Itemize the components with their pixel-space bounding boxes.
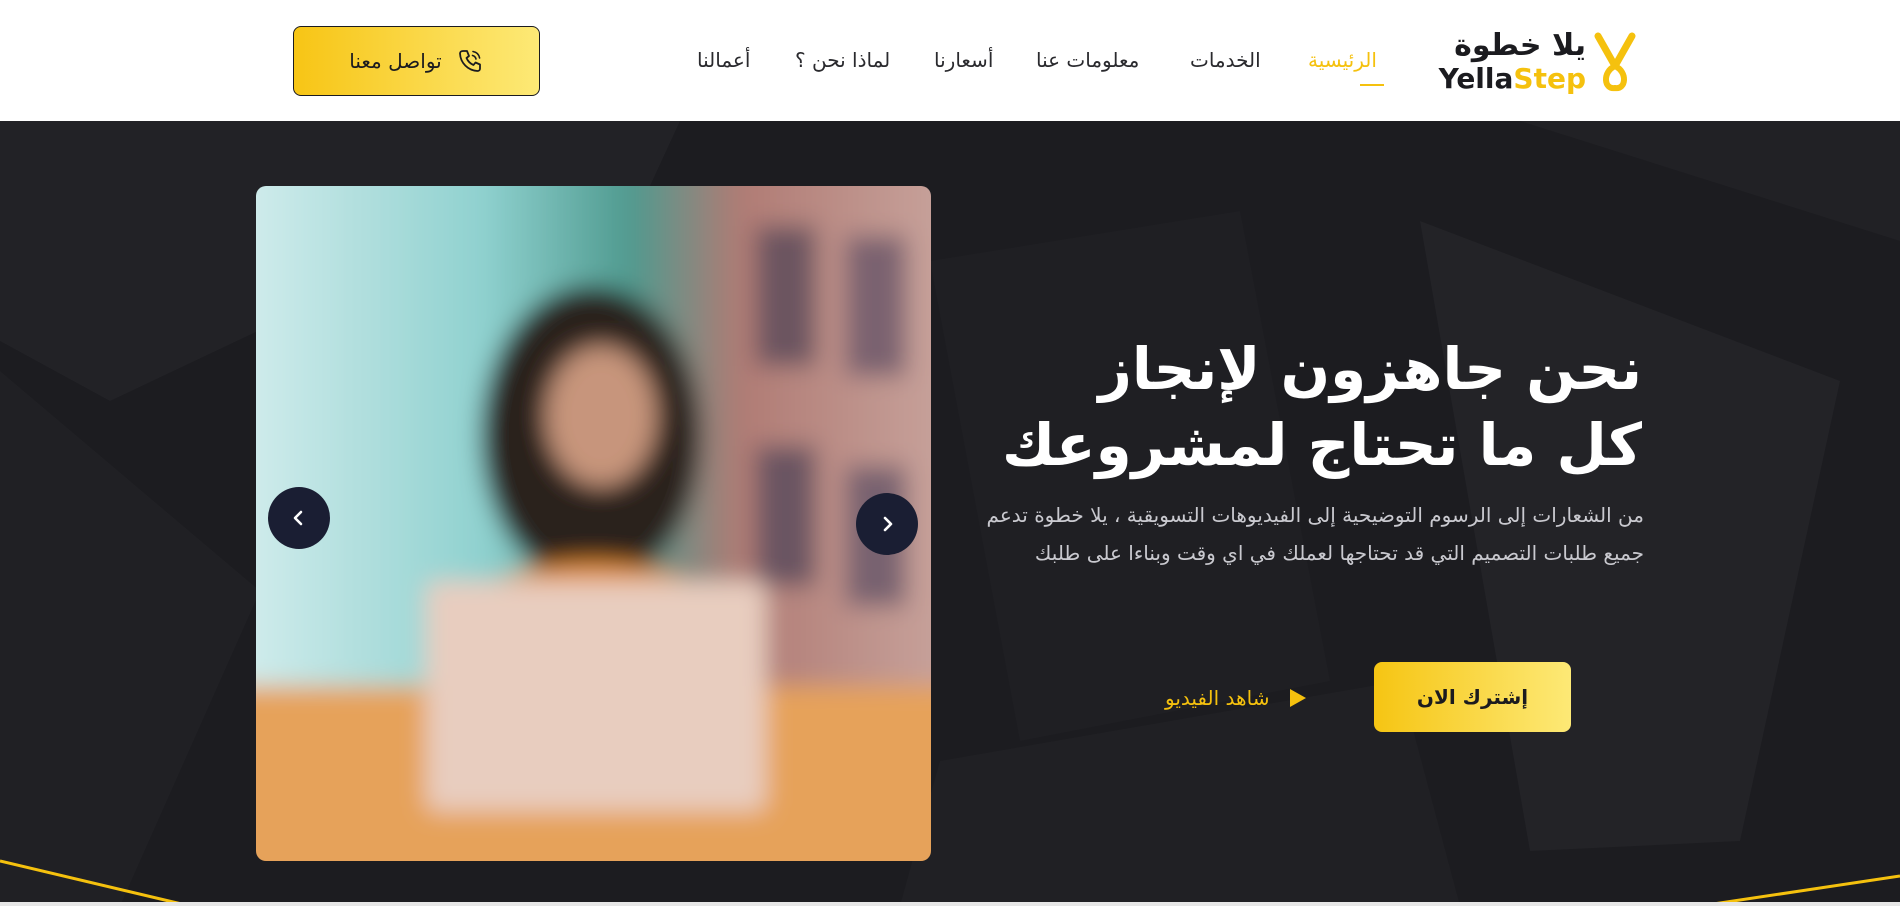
- nav-item-about[interactable]: معلومات عنا: [1036, 48, 1139, 72]
- logo-mark-icon: [1594, 32, 1636, 92]
- nav-item-home[interactable]: الرئيسية: [1308, 48, 1377, 72]
- logo-arabic-text: يلا خطوة: [1454, 28, 1586, 63]
- hero-title-line2: كل ما تحتاج لمشروعك: [1001, 411, 1642, 479]
- page-bottom-strip: [0, 902, 1900, 906]
- chevron-left-icon: [293, 510, 303, 526]
- logo-latin-prefix: Yella: [1438, 62, 1514, 95]
- slide-image-woman-laptop: [256, 186, 931, 861]
- logo-latin-suffix: Step: [1513, 62, 1586, 95]
- watch-video-label: شاهد الفيديو: [1165, 686, 1270, 710]
- hero-title-line1: نحن جاهزون لإنجاز: [1098, 335, 1642, 403]
- nav-item-portfolio[interactable]: أعمالنا: [697, 48, 750, 72]
- nav-item-services[interactable]: الخدمات: [1190, 48, 1261, 72]
- contact-button[interactable]: تواصل معنا: [293, 26, 540, 96]
- nav-item-why-us[interactable]: لماذا نحن ؟: [795, 48, 890, 72]
- slider-next-button[interactable]: [856, 493, 918, 555]
- phone-icon: [458, 50, 481, 72]
- active-nav-indicator: [1360, 84, 1384, 86]
- nav-item-pricing[interactable]: أسعارنا: [934, 48, 993, 72]
- hero-description: من الشعارات إلى الرسوم التوضيحية إلى الف…: [986, 503, 1644, 565]
- play-icon: [1290, 689, 1307, 707]
- chevron-right-icon: [883, 516, 893, 532]
- site-logo[interactable]: يلا خطوة YellaStep: [1439, 28, 1638, 96]
- contact-button-label: تواصل معنا: [349, 49, 442, 73]
- hero-section: نحن جاهزون لإنجاز كل ما تحتاج لمشروعك من…: [0, 121, 1900, 906]
- watch-video-link[interactable]: شاهد الفيديو: [1165, 681, 1309, 715]
- logo-latin-text: YellaStep: [1439, 62, 1586, 95]
- subscribe-button[interactable]: إشترك الان: [1374, 662, 1571, 732]
- site-header: يلا خطوة YellaStep الرئيسية الخدمات معلو…: [0, 0, 1900, 121]
- slider-prev-button[interactable]: [268, 487, 330, 549]
- hero-image-slider[interactable]: [256, 186, 931, 861]
- hero-title: نحن جاهزون لإنجاز كل ما تحتاج لمشروعك: [942, 331, 1642, 483]
